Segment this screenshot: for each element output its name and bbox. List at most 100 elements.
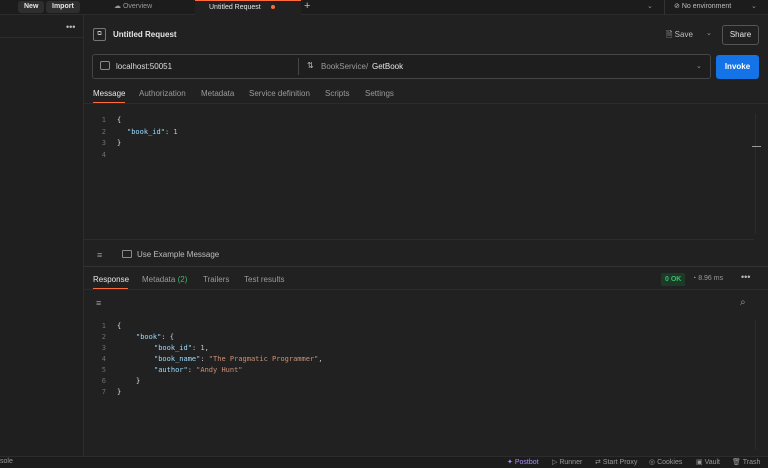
environment-selector[interactable]: ⊘ No environment	[674, 0, 731, 14]
divider	[84, 289, 768, 290]
divider	[664, 0, 665, 15]
divider	[0, 37, 84, 38]
response-more-icon[interactable]: •••	[741, 272, 750, 282]
tab-settings[interactable]: Settings	[365, 89, 394, 98]
line-number: 1	[101, 116, 106, 124]
metadata-count: (2)	[177, 275, 188, 284]
code-line: "author": "Andy Hunt"	[154, 366, 243, 374]
divider	[298, 58, 299, 75]
tab-message[interactable]: Message	[93, 89, 125, 98]
tab-overview[interactable]: ☁ Overview	[114, 0, 152, 15]
cookies-button[interactable]: ◎ Cookies	[649, 458, 682, 466]
line-number: 3	[101, 344, 106, 352]
console-button[interactable]: sole	[0, 458, 13, 465]
code-brace-close: }	[136, 377, 141, 385]
runner-button[interactable]: ▷ Runner	[552, 458, 582, 466]
tabs-chevron-down-icon[interactable]: ⌄	[647, 2, 653, 10]
tab-scripts[interactable]: Scripts	[325, 89, 349, 98]
search-icon[interactable]: ⌕	[740, 297, 746, 308]
json-key: "author"	[154, 366, 188, 374]
save-icon: 🗎	[666, 30, 675, 39]
json-key: "book_id"	[154, 344, 192, 352]
json-key: "book_id"	[127, 128, 165, 136]
sidebar-more-icon[interactable]: •••	[66, 23, 75, 32]
code-brace-open: {	[117, 322, 122, 330]
line-number: 2	[101, 333, 106, 341]
tab-authorization[interactable]: Authorization	[139, 89, 186, 98]
tab-service-definition[interactable]: Service definition	[249, 89, 310, 98]
trash-icon: 🗑	[732, 459, 743, 466]
json-colon: :	[187, 366, 197, 374]
unsaved-dot-icon	[270, 5, 275, 10]
json-colon: :	[200, 355, 209, 363]
json-key: "book_name"	[154, 355, 201, 363]
new-tab-plus-icon[interactable]: +	[304, 0, 310, 13]
tab-response-metadata[interactable]: Metadata (2)	[142, 275, 187, 284]
json-key: "book"	[136, 333, 162, 341]
vault-icon: ▣	[696, 459, 705, 466]
line-number: 1	[101, 322, 106, 330]
postbot-icon: ✦	[507, 459, 515, 466]
method-service-name[interactable]: BookService	[321, 62, 366, 71]
request-title[interactable]: Untitled Request	[113, 30, 177, 39]
postbot-button[interactable]: ✦ Postbot	[507, 458, 539, 466]
grpc-request-icon: ⧉	[93, 28, 106, 41]
wrap-lines-icon[interactable]: ≡	[96, 298, 101, 308]
tab-test-results[interactable]: Test results	[244, 275, 284, 284]
code-brace-open[interactable]: {	[117, 116, 121, 124]
divider	[84, 103, 768, 104]
code-line: "book_name": "The Pragmatic Programmer",	[154, 355, 323, 363]
beautify-icon[interactable]: ≡	[97, 250, 102, 260]
line-number: 2	[101, 128, 106, 136]
no-environment-icon: ⊘	[674, 3, 682, 10]
share-button[interactable]: Share	[722, 25, 759, 45]
trash-button[interactable]: 🗑 Trash	[732, 458, 760, 466]
method-select-icon: ⇅	[307, 61, 314, 70]
line-number: 5	[101, 366, 106, 374]
json-colon: : {	[161, 333, 174, 341]
code-line[interactable]: "book_id": 1	[127, 128, 178, 136]
json-value: 1	[173, 128, 178, 136]
divider	[84, 266, 768, 267]
json-value: "The Pragmatic Programmer"	[208, 355, 319, 363]
environment-chevron-down-icon[interactable]: ⌄	[751, 2, 757, 10]
line-number: 4	[101, 151, 106, 159]
line-number: 3	[101, 139, 106, 147]
method-chevron-down-icon[interactable]: ⌄	[696, 62, 702, 70]
save-button[interactable]: 🗎 Save	[666, 27, 693, 43]
proxy-icon: ⇄	[595, 459, 603, 466]
cookie-icon: ◎	[649, 459, 658, 466]
invoke-button[interactable]: Invoke	[716, 55, 759, 79]
vault-button[interactable]: ▣ Vault	[696, 458, 720, 466]
scrollbar[interactable]	[755, 320, 756, 450]
tab-metadata[interactable]: Metadata	[201, 89, 234, 98]
scroll-thumb[interactable]	[752, 146, 761, 147]
json-comma: ,	[204, 344, 209, 352]
divider	[84, 239, 754, 240]
example-message-icon	[122, 250, 132, 258]
sidebar	[0, 15, 84, 456]
code-line: "book_id": 1,	[154, 344, 209, 352]
line-number: 6	[101, 377, 106, 385]
scrollbar[interactable]	[755, 114, 756, 234]
server-url-input[interactable]: localhost:50051	[116, 62, 172, 71]
code-line: "book": {	[136, 333, 174, 341]
json-value: "Andy Hunt"	[196, 366, 243, 374]
line-number: 4	[101, 355, 106, 363]
save-chevron-down-icon[interactable]: ⌄	[706, 29, 712, 37]
tab-untitled-request[interactable]: Untitled Request	[195, 0, 301, 15]
method-separator: /	[366, 62, 369, 71]
method-name[interactable]: GetBook	[372, 62, 403, 71]
overview-icon: ☁	[114, 3, 123, 10]
use-example-message-button[interactable]: Use Example Message	[137, 250, 219, 259]
tab-trailers[interactable]: Trailers	[203, 275, 229, 284]
server-icon	[100, 61, 110, 70]
status-badge: 0 OK	[661, 273, 686, 286]
new-button[interactable]: New	[18, 1, 45, 13]
code-brace-close[interactable]: }	[117, 139, 121, 147]
code-brace-close: }	[117, 388, 122, 396]
import-button[interactable]: Import	[46, 1, 80, 13]
start-proxy-button[interactable]: ⇄ Start Proxy	[595, 458, 637, 466]
tab-response[interactable]: Response	[93, 275, 129, 284]
line-number: 7	[101, 388, 106, 396]
